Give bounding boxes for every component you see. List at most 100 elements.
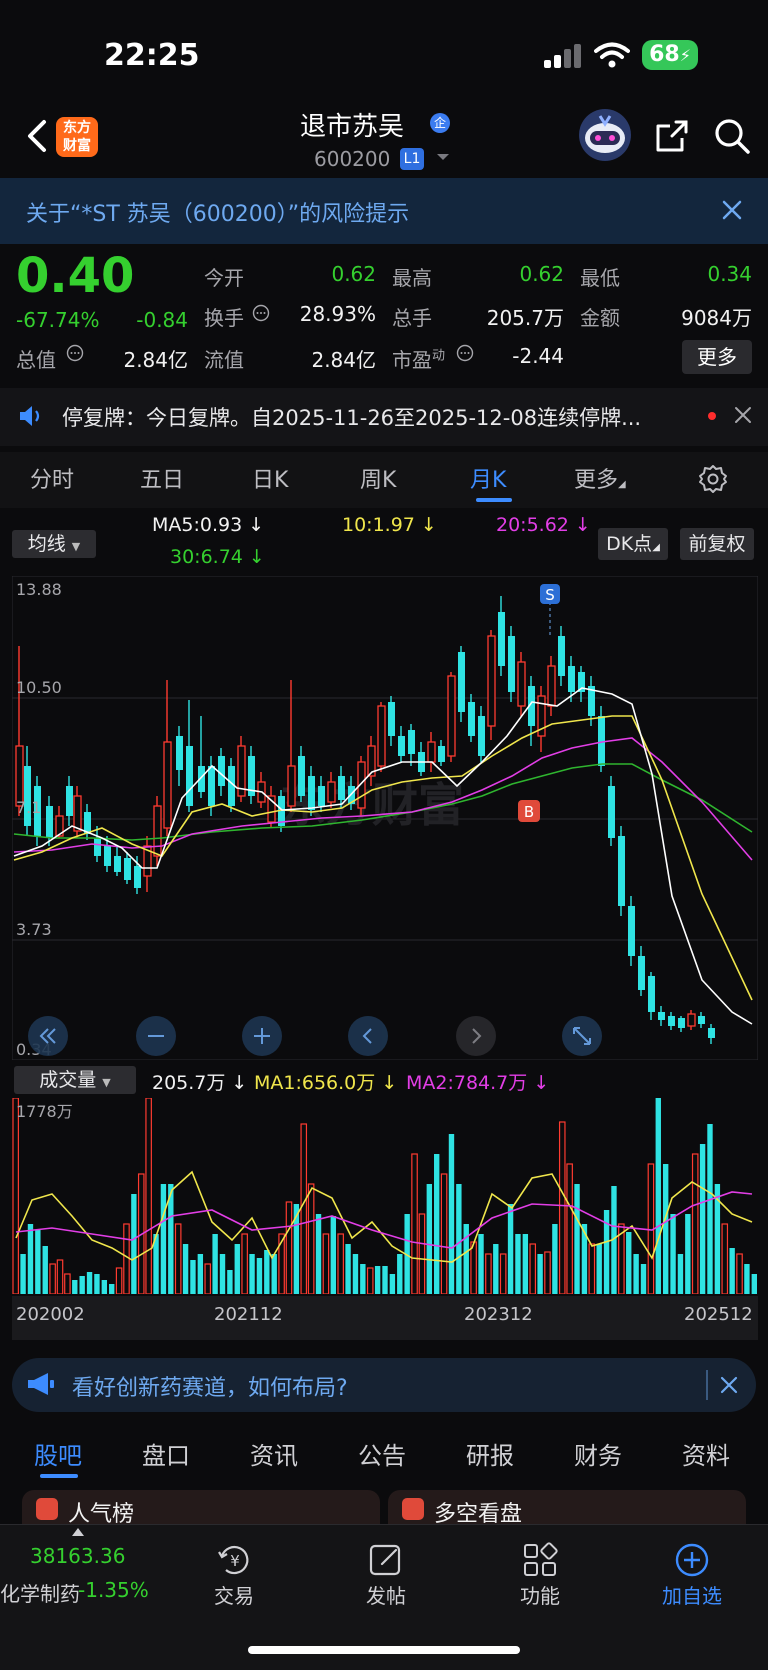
grid-apps-icon[interactable] — [520, 1540, 560, 1580]
candle-body — [186, 746, 193, 806]
watermark: 东方财富 — [280, 779, 464, 831]
candle-body — [447, 675, 456, 757]
nav-trade[interactable]: 交易 — [184, 1580, 284, 1609]
card-long-short[interactable]: 多空看盘 — [388, 1490, 746, 1527]
tab-forum[interactable]: 股吧 — [34, 1436, 82, 1471]
notice-text[interactable]: 停复牌：今日复牌。自2025-11-26至2025-12-08连续停牌... — [62, 402, 692, 432]
gear-icon[interactable] — [698, 464, 728, 494]
tab-more[interactable]: 更多◢ — [574, 462, 626, 494]
card-popularity[interactable]: 人气榜 — [22, 1490, 380, 1527]
float-cap-label: 流值 — [204, 348, 244, 372]
dk-point-button[interactable]: DK点◢ — [598, 528, 668, 560]
add-circle-icon[interactable] — [672, 1540, 712, 1580]
scroll-start-button[interactable] — [28, 1016, 68, 1056]
edit-post-icon[interactable] — [366, 1540, 406, 1580]
risk-banner-text[interactable]: 关于“*ST 苏吴（600200）”的风险提示 — [26, 196, 409, 228]
index-value[interactable]: 38163.36 — [30, 1544, 125, 1568]
axis-max-label: 13.88 — [16, 580, 62, 599]
axis-label-upper: 10.50 — [16, 678, 62, 697]
candle-body — [94, 838, 101, 856]
scroll-right-button[interactable] — [456, 1016, 496, 1056]
promo-text[interactable]: 看好创新药赛道，如何布局? — [72, 1370, 348, 1402]
volume-bar — [685, 1214, 691, 1294]
more-button[interactable]: 更多 — [682, 340, 752, 374]
volume-bar — [56, 1259, 64, 1294]
volume-bar — [588, 1243, 596, 1294]
volume-chart[interactable] — [12, 1098, 758, 1294]
scroll-left-button[interactable] — [348, 1016, 388, 1056]
candle-body — [66, 786, 73, 816]
index-name[interactable]: 化学制药 — [0, 1578, 80, 1607]
back-arrow-icon[interactable] — [20, 116, 54, 156]
robot-assistant-icon[interactable] — [578, 108, 632, 162]
candle-body — [24, 766, 31, 826]
volume-bar — [411, 1153, 418, 1294]
nav-post[interactable]: 发帖 — [336, 1580, 436, 1609]
tab-intraday[interactable]: 分时 — [30, 462, 74, 494]
candle-body — [468, 702, 475, 736]
candle-body — [298, 756, 305, 796]
tab-order-book[interactable]: 盘口 — [142, 1436, 190, 1471]
svg-text:¥: ¥ — [230, 1552, 240, 1570]
info-icon[interactable] — [66, 344, 84, 362]
close-icon[interactable] — [734, 406, 752, 424]
stock-name: 退市苏吴 — [300, 112, 405, 142]
candle-body — [134, 866, 141, 888]
stock-code[interactable]: 600200 — [314, 147, 390, 171]
volume-bar — [721, 1223, 729, 1294]
tab-monthly-k[interactable]: 月K — [470, 462, 506, 494]
volume-indicator-select[interactable]: 成交量 ▼ — [14, 1066, 136, 1094]
app-logo[interactable]: 东方 财富 — [56, 117, 98, 157]
level-badge[interactable]: L1 — [400, 148, 424, 170]
candle-body — [318, 786, 325, 806]
float-cap-value: 2.84亿 — [311, 348, 376, 372]
candle-body — [478, 716, 485, 756]
amount-value: 9084万 — [681, 306, 752, 330]
tab-profile[interactable]: 资料 — [682, 1436, 730, 1471]
close-icon[interactable] — [720, 1376, 738, 1394]
chevron-down-icon: ▼ — [102, 1076, 111, 1089]
tab-finance[interactable]: 财务 — [574, 1436, 622, 1471]
volume-bar — [352, 1254, 359, 1294]
candle-body — [327, 781, 336, 803]
chevron-down-icon[interactable] — [436, 152, 450, 162]
tab-daily-k[interactable]: 日K — [252, 462, 288, 494]
volume-bar — [101, 1280, 108, 1294]
share-icon[interactable] — [652, 116, 692, 156]
kline-chart[interactable]: 东方财富 S B — [12, 576, 758, 1060]
index-change[interactable]: -1.35% — [78, 1578, 149, 1602]
nav-add-watchlist[interactable]: 加自选 — [642, 1580, 742, 1609]
volume-bar — [677, 1254, 684, 1294]
volume-bar — [544, 1251, 551, 1294]
adjust-button[interactable]: 前复权 — [680, 528, 754, 560]
close-icon[interactable] — [720, 198, 744, 222]
tab-announcements[interactable]: 公告 — [358, 1436, 406, 1471]
volume-bar — [470, 1241, 477, 1294]
volume-bar — [499, 1253, 507, 1294]
zoom-out-button[interactable] — [136, 1016, 176, 1056]
candle-body — [508, 636, 515, 692]
tab-five-day[interactable]: 五日 — [140, 462, 184, 494]
volume-bar — [699, 1144, 706, 1294]
tab-news[interactable]: 资讯 — [250, 1436, 298, 1471]
volume-bar — [86, 1272, 93, 1294]
volume-bar — [426, 1184, 433, 1294]
volume-bar — [115, 1267, 123, 1294]
charging-bolt-icon: ⚡ — [679, 46, 691, 65]
candle-body — [73, 795, 82, 832]
trade-icon[interactable]: ¥ — [214, 1540, 254, 1580]
zoom-in-button[interactable] — [242, 1016, 282, 1056]
volume-bar — [515, 1234, 521, 1294]
fullscreen-button[interactable] — [562, 1016, 602, 1056]
ma-indicator-select[interactable]: 均线 ▼ — [12, 530, 96, 558]
volume-bar — [315, 1214, 322, 1294]
volume-bar — [366, 1267, 374, 1294]
tab-weekly-k[interactable]: 周K — [360, 462, 396, 494]
plus-icon — [254, 1028, 270, 1044]
info-icon[interactable] — [252, 304, 270, 322]
tab-research[interactable]: 研报 — [466, 1436, 514, 1471]
nav-functions[interactable]: 功能 — [490, 1580, 590, 1609]
candle-body — [628, 906, 635, 956]
info-icon[interactable] — [456, 344, 474, 362]
search-icon[interactable] — [712, 116, 752, 156]
